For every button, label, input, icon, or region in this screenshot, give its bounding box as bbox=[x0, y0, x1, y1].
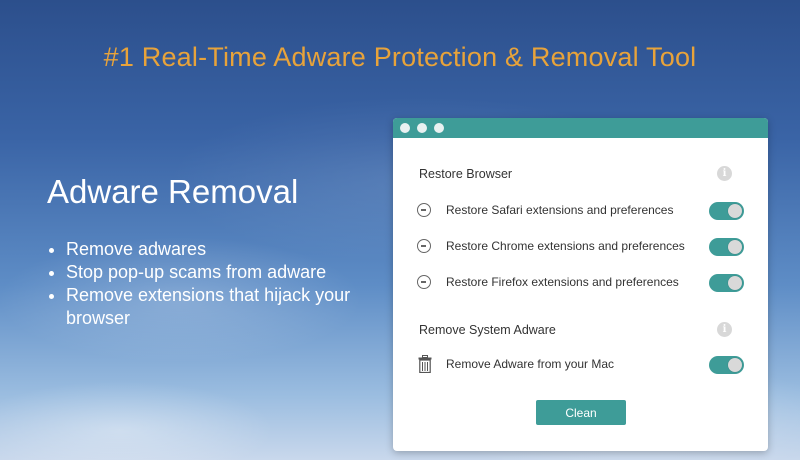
feature-item: Remove adwares bbox=[66, 238, 396, 261]
option-label: Restore Firefox extensions and preferenc… bbox=[446, 275, 679, 289]
option-label: Restore Safari extensions and preference… bbox=[446, 203, 674, 217]
toggle-safari[interactable] bbox=[709, 202, 744, 220]
toggle-chrome[interactable] bbox=[709, 238, 744, 256]
option-label: Restore Chrome extensions and preference… bbox=[446, 239, 685, 253]
info-icon[interactable]: i bbox=[717, 322, 732, 337]
page-headline: #1 Real-Time Adware Protection & Removal… bbox=[103, 42, 697, 72]
toggle-knob bbox=[728, 240, 742, 254]
feature-item: Stop pop-up scams from adware bbox=[66, 261, 396, 284]
feature-list: Remove adwares Stop pop-up scams from ad… bbox=[44, 238, 396, 330]
option-row-remove-adware: Remove Adware from your Mac bbox=[417, 355, 744, 377]
toggle-firefox[interactable] bbox=[709, 274, 744, 292]
window-titlebar bbox=[393, 118, 768, 138]
zoom-window-button[interactable] bbox=[434, 123, 444, 133]
info-icon[interactable]: i bbox=[717, 166, 732, 181]
clean-button[interactable]: Clean bbox=[536, 400, 626, 425]
app-window: Restore Browser i Restore Safari extensi… bbox=[393, 118, 768, 451]
toggle-knob bbox=[728, 276, 742, 290]
option-row-safari: Restore Safari extensions and preference… bbox=[417, 201, 744, 223]
minus-circle-icon bbox=[417, 275, 431, 289]
section-header-restore-browser: Restore Browser bbox=[419, 167, 513, 181]
minus-circle-icon bbox=[417, 239, 431, 253]
option-label: Remove Adware from your Mac bbox=[446, 357, 615, 371]
section-header-remove-system-adware: Remove System Adware bbox=[419, 323, 556, 337]
feature-item: Remove extensions that hijack your brows… bbox=[66, 284, 396, 330]
minus-circle-icon bbox=[417, 203, 431, 217]
minimize-window-button[interactable] bbox=[417, 123, 427, 133]
option-row-firefox: Restore Firefox extensions and preferenc… bbox=[417, 273, 744, 295]
toggle-knob bbox=[728, 358, 742, 372]
trash-icon bbox=[418, 355, 432, 373]
option-row-chrome: Restore Chrome extensions and preference… bbox=[417, 237, 744, 259]
toggle-remove-adware[interactable] bbox=[709, 356, 744, 374]
feature-title: Adware Removal bbox=[47, 173, 299, 210]
toggle-knob bbox=[728, 204, 742, 218]
close-window-button[interactable] bbox=[400, 123, 410, 133]
